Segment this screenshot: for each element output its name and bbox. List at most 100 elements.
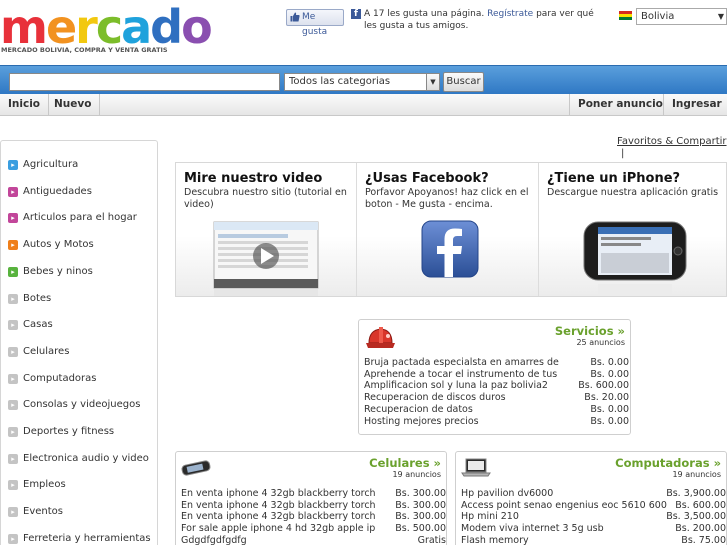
listing-title: Access point senao engenius eoc 5610 600 — [461, 499, 667, 511]
listing-title: Hp pavilion dv6000 — [461, 488, 554, 499]
listing-price: Bs. 3,500.00 — [666, 511, 726, 523]
listing-row[interactable]: En venta iphone 4 32gb blackberry torch B… — [181, 499, 446, 512]
celulares-box: Celulares » 19 anuncios En venta iphone … — [175, 451, 447, 545]
promo-text: Descargue nuestra aplicación gratis — [547, 187, 719, 198]
arrow-icon: ▸ — [8, 240, 18, 251]
iphone-icon[interactable] — [582, 221, 688, 297]
arrow-icon: ▸ — [8, 213, 18, 224]
arrow-icon: ▸ — [8, 266, 18, 277]
nav-ingresar[interactable]: Ingresar — [663, 94, 727, 116]
category-select[interactable]: Todos las categorias ▼ — [284, 73, 440, 91]
site-logo[interactable]: mercado MERCADO BOLIVIA, COMPRA Y VENTA … — [0, 2, 213, 62]
computadoras-count: 19 anuncios — [672, 470, 721, 479]
listing-price: Bs. 0.00 — [590, 415, 629, 427]
favorites-separator: | — [621, 148, 625, 159]
listing-row[interactable]: En venta iphone 4 32gb blackberry torch B… — [181, 488, 446, 500]
listing-row[interactable]: Bruja pactada especialsta en amarres de B… — [364, 357, 629, 369]
register-link[interactable]: Regístrate — [487, 9, 533, 19]
celulares-count: 19 anuncios — [392, 470, 441, 479]
listing-row[interactable]: Amplificacion sol y luna la paz bolivia2… — [364, 380, 629, 392]
promo-video[interactable]: Mire nuestro video Descubra nuestro siti… — [176, 163, 357, 296]
arrow-icon: ▸ — [8, 293, 18, 304]
promo-text: Descubra nuestro sitio (tutorial en vide… — [184, 187, 347, 210]
chevron-down-icon: ▼ — [426, 74, 439, 90]
category-select-value: Todos las categorias — [289, 76, 391, 87]
social-text-before: A 17 les gusta una página. — [364, 9, 485, 19]
listing-title: Bruja pactada especialsta en amarres de — [364, 357, 559, 368]
facebook-logo-icon[interactable] — [420, 219, 480, 281]
sidebar-item-label: Empleos — [23, 479, 66, 491]
listing-price: Bs. 300.00 — [395, 511, 446, 523]
listing-price: Bs. 75.00 — [681, 534, 726, 545]
arrow-icon: ▸ — [8, 160, 18, 170]
servicios-count: 25 anuncios — [576, 338, 625, 347]
listing-row[interactable]: Hp pavilion dv6000 Bs. 3,900.00 — [461, 488, 726, 500]
arrow-icon: ▸ — [8, 346, 18, 357]
favorites-share-link[interactable]: Favoritos & Compartir — [617, 136, 727, 147]
promo-title: ¿Usas Facebook? — [365, 171, 489, 186]
sidebar-item-label: Computadoras — [23, 372, 97, 384]
listing-price: Bs. 3,900.00 — [666, 488, 726, 499]
country-select[interactable]: Bolivia ▼ — [636, 8, 727, 25]
listing-row[interactable]: Hosting mejores precios Bs. 0.00 — [364, 415, 629, 428]
celulares-title[interactable]: Celulares » — [369, 456, 441, 470]
arrow-icon: ▸ — [8, 480, 18, 491]
listing-row[interactable]: Recuperacion de discos duros Bs. 20.00 — [364, 392, 629, 404]
logo-tagline: MERCADO BOLIVIA, COMPRA Y VENTA GRATIS — [1, 46, 168, 54]
sidebar-item-label: Bebes y ninos — [23, 265, 93, 277]
listing-price: Bs. 300.00 — [395, 499, 446, 511]
listing-row[interactable]: Recuperacion de datos Bs. 0.00 — [364, 403, 629, 416]
listing-title: En venta iphone 4 32gb blackberry torch — [181, 511, 376, 523]
listing-row[interactable]: Aprehende a tocar el instrumento de tus B… — [364, 368, 629, 381]
sidebar-item-label: Casas — [23, 319, 53, 331]
country-value: Bolivia — [641, 11, 675, 22]
promo-facebook[interactable]: ¿Usas Facebook? Porfavor Apoyanos! haz c… — [357, 163, 539, 296]
sidebar-item-label: Antiguedades — [23, 185, 92, 197]
listing-title: For sale apple iphone 4 hd 32gb apple ip — [181, 523, 376, 535]
thumbs-up-icon — [290, 12, 300, 22]
search-button[interactable]: Buscar — [443, 72, 484, 92]
listing-price: Bs. 500.00 — [395, 523, 446, 535]
sidebar-item-label: Ferreteria y herramientas — [23, 532, 151, 544]
hard-hat-icon — [366, 327, 395, 348]
logo-wordmark: mercado — [0, 0, 213, 54]
listing-row[interactable]: Gdgdfgdfgdfg Gratis — [181, 535, 446, 545]
sidebar-item-label: Agricultura — [23, 159, 79, 170]
listing-row[interactable]: Access point senao engenius eoc 5610 600… — [461, 499, 726, 512]
sidebar-item-label: Deportes y fitness — [23, 426, 115, 437]
listing-row[interactable]: Modem viva internet 3 5g usb Bs. 200.00 — [461, 523, 726, 535]
promo-text: Porfavor Apoyanos! haz click en el boton… — [365, 187, 529, 210]
facebook-social-text: A 17 les gusta una página. Regístrate pa… — [364, 8, 609, 32]
search-input[interactable] — [9, 73, 280, 91]
sidebar-item-label: Botes — [23, 292, 52, 304]
listing-price: Bs. 0.00 — [590, 357, 629, 368]
listing-title: En venta iphone 4 32gb blackberry torch — [181, 499, 376, 511]
computadoras-box: Computadoras » 19 anuncios Hp pavilion d… — [455, 451, 727, 545]
sidebar-item-label: Consolas y videojuegos — [23, 399, 141, 411]
listing-title: Aprehende a tocar el instrumento de tus — [364, 368, 558, 380]
servicios-box: Servicios » 25 anuncios Bruja pactada es… — [358, 319, 631, 435]
video-player-icon[interactable] — [213, 221, 319, 297]
promo-iphone[interactable]: ¿Tiene un iPhone? Descargue nuestra apli… — [539, 163, 726, 296]
bolivia-flag-icon — [619, 11, 632, 20]
laptop-icon — [461, 458, 491, 477]
computadoras-title[interactable]: Computadoras » — [615, 456, 721, 470]
listing-title: Recuperacion de datos — [364, 403, 473, 415]
listing-title: Recuperacion de discos duros — [364, 392, 506, 404]
arrow-icon: ▸ — [8, 427, 18, 437]
listing-title: Flash memory — [461, 534, 529, 545]
listing-row[interactable]: For sale apple iphone 4 hd 32gb apple ip… — [181, 523, 446, 535]
nav-inicio[interactable]: Inicio — [0, 94, 50, 116]
listing-price: Bs. 0.00 — [590, 368, 629, 380]
listing-row[interactable]: En venta iphone 4 32gb blackberry torch B… — [181, 511, 446, 523]
listing-title: Hosting mejores precios — [364, 415, 479, 427]
logo-letter: o — [181, 0, 213, 54]
listing-row[interactable]: Hp mini 210 Bs. 3,500.00 — [461, 511, 726, 523]
listing-row[interactable]: Flash memory Bs. 75.00 — [461, 534, 726, 545]
facebook-like-button[interactable]: Me gusta — [286, 9, 344, 37]
servicios-title[interactable]: Servicios » — [555, 324, 625, 338]
listing-price: Bs. 300.00 — [395, 488, 446, 499]
nav-nuevo[interactable]: Nuevo — [46, 94, 101, 116]
arrow-icon: ▸ — [8, 453, 18, 464]
nav-poner-anuncio[interactable]: Poner anuncio — [569, 94, 671, 116]
